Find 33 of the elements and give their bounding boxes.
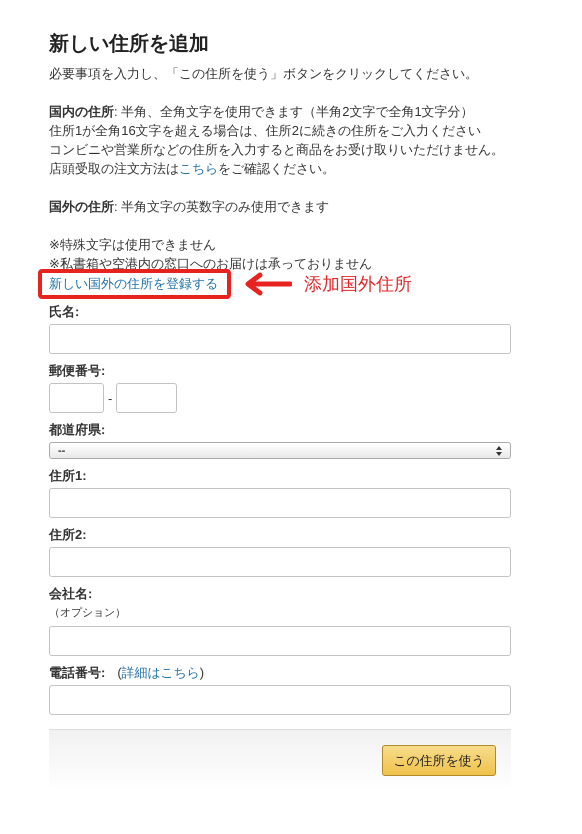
optional-label: （オプション） [49, 606, 127, 620]
field-label: 会社名: [49, 585, 92, 603]
separator-text: - [108, 390, 112, 406]
domestic-address-note: コンビニや営業所などの住所を入力すると商品をお受け取りいただけません。 [49, 141, 505, 159]
domestic-address-note: 住所1が全角16文字を超える場合は、住所2に続きの住所をご入力ください [49, 122, 482, 140]
domestic-address-note: 国内の住所: 半角、全角文字を使用できます（半角2文字で全角1文字分） [49, 103, 475, 121]
input-field[interactable] [49, 685, 511, 715]
arrow-icon [244, 272, 292, 296]
field-label: 都道府県: [49, 421, 106, 439]
field-label: 住所2: [49, 526, 87, 544]
page-title: 新しい住所を追加 [49, 32, 210, 57]
dropdown-arrows-icon [496, 446, 502, 456]
register-foreign-address-link[interactable]: 新しい国外の住所を登録する [49, 276, 218, 291]
details-link[interactable]: 詳細はこちら [122, 665, 200, 680]
use-address-button[interactable]: この住所を使う [382, 745, 496, 776]
instruction-text: 必要事項を入力し、「この住所を使う」ボタンをクリックしてください。 [49, 65, 479, 83]
field-label: 電話番号: [49, 664, 106, 682]
input-field[interactable] [49, 488, 511, 518]
note-text: ※特殊文字は使用できません [49, 236, 217, 254]
input-field[interactable] [49, 324, 511, 354]
field-label: 郵便番号: [49, 362, 106, 380]
field-label: 氏名: [49, 303, 80, 321]
input-field[interactable] [49, 547, 511, 577]
pickup-note: 店頭受取の注文方法はこちら をご確認ください。 [49, 160, 336, 178]
postal-code-field[interactable] [49, 383, 104, 413]
input-field[interactable] [49, 626, 511, 656]
field-label: 住所1: [49, 467, 87, 485]
foreign-address-note: 国外の住所: 半角文字の英数字のみ使用できます [49, 198, 330, 216]
here-link[interactable]: こちら [179, 161, 218, 176]
annotation-text: 添加国外住所 [304, 273, 412, 296]
postal-code-field[interactable] [116, 383, 178, 413]
prefecture-dropdown[interactable]: -- [49, 442, 511, 459]
help-text: (詳細はこちら) [117, 664, 204, 682]
